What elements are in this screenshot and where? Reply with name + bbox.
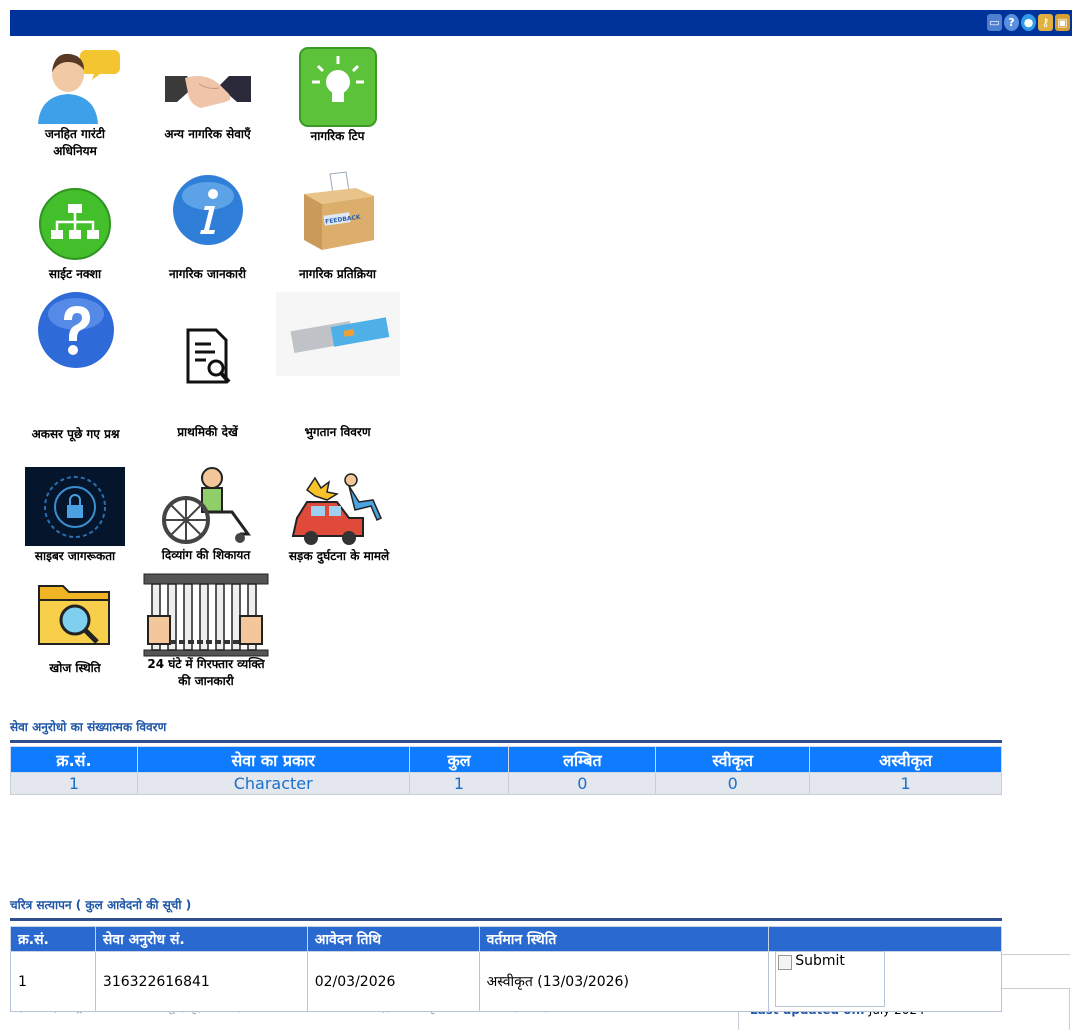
tile-sitemap[interactable]: साईट नक्शा (20, 186, 130, 283)
tile-cyber-awareness[interactable]: साइबर जागरूकता (22, 467, 128, 565)
tile-citizen-feedback[interactable]: FEEDBACK नागरिक प्रतिक्रिया (280, 170, 395, 283)
tile-search-status[interactable]: खोज स्थिति (20, 578, 130, 677)
tile-label: की जानकारी (178, 674, 234, 688)
cell-action: Submit (768, 951, 1002, 1012)
stats-table: क्र.सं. सेवा का प्रकार कुल लम्बित स्वीकृ… (10, 746, 1002, 795)
tile-label: नागरिक टिप (310, 129, 365, 143)
tile-citizen-info[interactable]: नागरिक जानकारी (150, 172, 265, 283)
tile-label: जनहित गारंटी (45, 127, 105, 141)
tile-divyang-complaint[interactable]: दिव्यांग की शिकायत (146, 466, 266, 564)
tile-label: प्राथमिकी देखें (177, 425, 238, 439)
cell-serial: 1 (10, 951, 96, 1012)
cell-application-date: 02/03/2026 (306, 951, 480, 1012)
table-row: 1 316322616841 02/03/2026 अस्वीकृत (13/0… (10, 951, 1002, 1012)
tile-label: सड़क दुर्घटना के मामले (288, 549, 390, 563)
broken-image-icon (778, 955, 793, 970)
help-icon[interactable]: ? (1004, 14, 1019, 31)
col-rejected: अस्वीकृत (809, 746, 1002, 773)
tile-label: अन्य नागरिक सेवाएँ (164, 127, 251, 141)
col-pending: लम्बित (508, 746, 657, 773)
submit-button[interactable]: Submit (775, 951, 886, 1007)
tile-janhit-guarantee[interactable]: जनहित गारंटी अधिनियम (20, 46, 130, 160)
folder-search-icon (38, 585, 110, 645)
col-current-status: वर्तमान स्थिति (478, 926, 770, 952)
payment-cards-icon (275, 292, 400, 376)
cell-request-no: 316322616841 (94, 951, 308, 1012)
info-icon (172, 175, 243, 245)
wheelchair-icon (162, 467, 251, 544)
cyber-lock-icon (25, 467, 125, 546)
handshake-icon (164, 76, 251, 108)
tile-view-fir[interactable]: प्राथमिकी देखें (150, 326, 265, 441)
jail-hands-icon (143, 573, 269, 657)
col-action (768, 926, 1002, 952)
applications-table: क्र.सं. सेवा अनुरोध सं. आवेदन तिथि वर्तम… (10, 926, 1002, 1012)
submit-label: Submit (795, 953, 845, 969)
cell-pending[interactable]: 0 (508, 772, 657, 795)
col-approved: स्वीकृत (655, 746, 811, 773)
header-icons: ▭ ? ● ⚷ ▣ (987, 14, 1070, 31)
tile-payment-details[interactable]: भुगतान विवरण (275, 292, 400, 441)
sitemap-icon (39, 188, 111, 260)
feedback-box-icon: FEEDBACK (303, 171, 374, 250)
applications-section-title: चरित्र सत्यापन ( कुल आवेदनो की सूची ) (10, 898, 192, 912)
tile-label: नागरिक प्रतिक्रिया (298, 267, 377, 281)
col-request-no: सेवा अनुरोध सं. (94, 926, 308, 952)
col-service-type: सेवा का प्रकार (136, 746, 410, 773)
tile-label: अधिनियम (53, 144, 97, 158)
tile-label: खोज स्थिति (49, 661, 101, 675)
tile-label: 24 घंटे में गिरफ्तार व्यक्ति (147, 657, 265, 671)
document-search-icon (186, 328, 230, 384)
stats-divider (10, 740, 1002, 743)
applications-divider (10, 918, 1002, 921)
tile-label: नागरिक जानकारी (169, 267, 246, 281)
table-row: 1 Character 1 0 0 1 (10, 772, 1002, 795)
cell-rejected[interactable]: 1 (809, 772, 1002, 795)
tile-label: साईट नक्शा (48, 267, 102, 281)
applications-header-row: क्र.सं. सेवा अनुरोध सं. आवेदन तिथि वर्तम… (10, 926, 1002, 952)
stats-header-row: क्र.सं. सेवा का प्रकार कुल लम्बित स्वीकृ… (10, 746, 1002, 773)
tile-label: अकसर पूछे गए प्रश्न (31, 427, 120, 441)
tile-faq[interactable]: अकसर पूछे गए प्रश्न (18, 290, 133, 443)
col-serial: क्र.सं. (10, 746, 138, 773)
tile-other-services[interactable]: अन्य नागरिक सेवाएँ (150, 46, 265, 143)
cell-current-status: अस्वीकृत (13/03/2026) (478, 951, 770, 1012)
footer-divider (1002, 954, 1070, 955)
cell-serial: 1 (10, 772, 138, 795)
car-accident-icon (291, 473, 382, 545)
col-serial: क्र.सं. (10, 926, 96, 952)
user-icon[interactable]: ● (1021, 14, 1036, 31)
key-icon[interactable]: ⚷ (1038, 14, 1053, 31)
person-speech-icon (38, 50, 120, 124)
lightbulb-icon (298, 47, 377, 127)
monitor-icon[interactable]: ▭ (987, 14, 1002, 31)
question-icon (37, 292, 114, 368)
col-total: कुल (408, 746, 510, 773)
tile-road-accident[interactable]: सड़क दुर्घटना के मामले (278, 472, 400, 565)
tile-label: भुगतान विवरण (304, 425, 371, 439)
header-bar: ▭ ? ● ⚷ ▣ (10, 10, 1072, 36)
cell-service-type[interactable]: Character (136, 772, 410, 795)
lock-icon[interactable]: ▣ (1055, 14, 1070, 31)
cell-total[interactable]: 1 (408, 772, 510, 795)
tile-label: दिव्यांग की शिकायत (161, 548, 251, 562)
tile-label: साइबर जागरूकता (34, 549, 116, 563)
cell-approved[interactable]: 0 (655, 772, 811, 795)
tile-arrested-info[interactable]: 24 घंटे में गिरफ्तार व्यक्ति की जानकारी (138, 572, 274, 690)
col-application-date: आवेदन तिथि (306, 926, 480, 952)
tile-citizen-tip[interactable]: नागरिक टिप (285, 46, 390, 145)
stats-section-title: सेवा अनुरोधो का संख्यात्मक विवरण (10, 720, 167, 734)
